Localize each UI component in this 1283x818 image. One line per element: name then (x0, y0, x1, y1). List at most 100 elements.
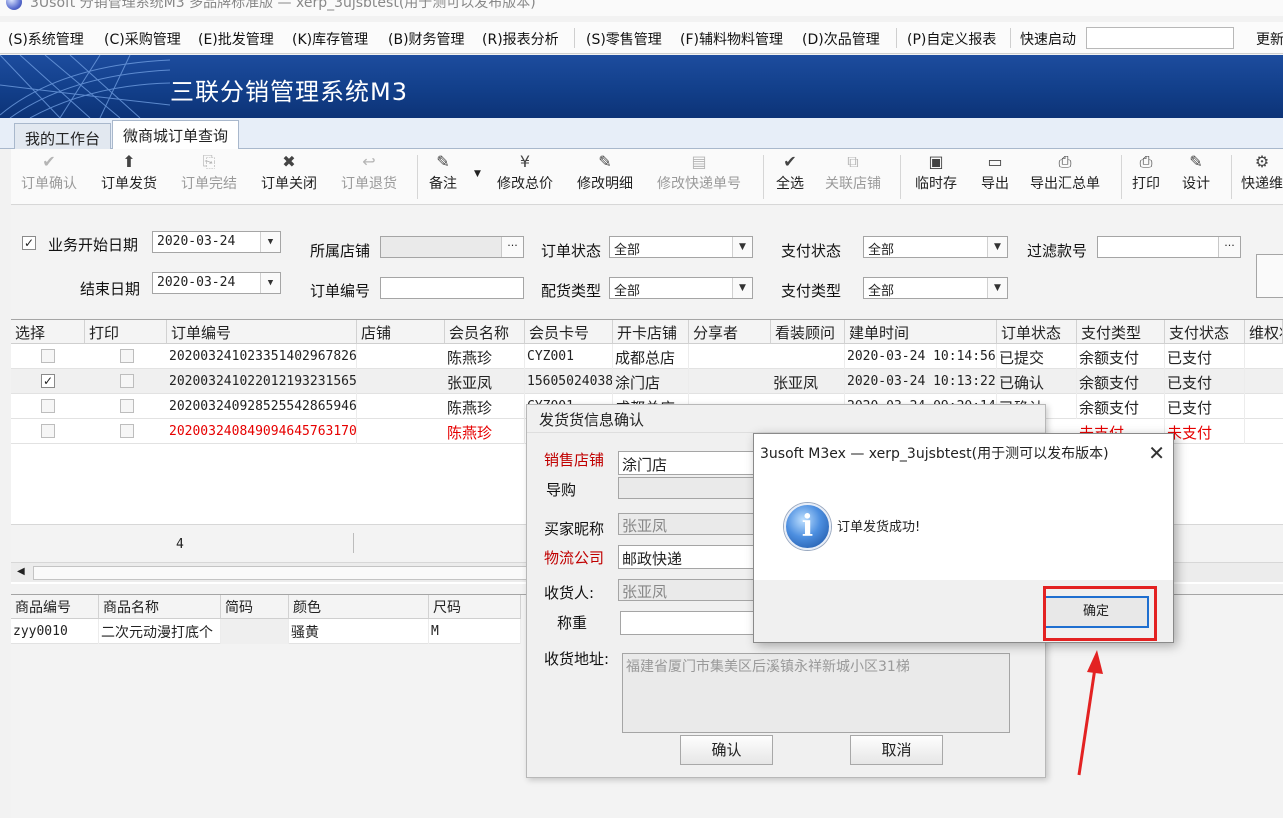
created-cell: 2020-03-24 10:13:22 (845, 369, 997, 394)
link-shop-button[interactable]: ⧉ 关联店铺 (825, 151, 881, 193)
start-date-checkbox[interactable]: ✓ (22, 236, 36, 250)
design-button[interactable]: ✎ 设计 (1182, 151, 1210, 193)
return-order-button[interactable]: ↩ 订单退货 (341, 151, 397, 193)
table-row[interactable]: zyy0010 二次元动漫打底个 骚黄 M (11, 619, 521, 644)
quick-launch-input[interactable] (1086, 27, 1234, 49)
row-print-checkbox[interactable] (120, 374, 134, 388)
col-member-card[interactable]: 会员卡号 (525, 320, 613, 344)
ellipsis-icon: ··· (501, 237, 523, 257)
order-no-input[interactable] (380, 277, 524, 299)
end-date-picker[interactable]: 2020-03-24 ▼ (152, 272, 281, 294)
member-cell: 张亚凤 (445, 369, 525, 394)
menu-system[interactable]: (S)系统管理 (8, 29, 84, 49)
col-size[interactable]: 尺码 (429, 595, 521, 619)
col-sharer[interactable]: 分享者 (689, 320, 771, 344)
express-maintain-button[interactable]: ⚙ 快递维 (1241, 151, 1283, 193)
select-all-button[interactable]: ✔ 全选 (776, 151, 804, 193)
open-shop-cell: 成都总店 (613, 344, 689, 369)
row-count: 4 (176, 537, 184, 552)
edit-total-button[interactable]: ¥ 修改总价 (497, 151, 553, 193)
shop-input[interactable]: ··· (380, 236, 524, 258)
col-pay-type[interactable]: 支付类型 (1077, 320, 1165, 344)
query-button[interactable] (1256, 254, 1283, 298)
copy-icon: ⎘ (202, 152, 216, 171)
menu-materials[interactable]: (F)辅料物料管理 (680, 29, 783, 49)
col-open-shop[interactable]: 开卡店铺 (613, 320, 689, 344)
menu-update[interactable]: 更新 (1256, 29, 1283, 49)
row-select-checkbox[interactable] (41, 399, 55, 413)
window-title: 3Usoft 分销管理系统M3 多品牌标准版 — xerp_3ujsbtest(… (30, 0, 536, 11)
col-advisor[interactable]: 看装顾问 (771, 320, 845, 344)
col-print[interactable]: 打印 (85, 320, 167, 344)
confirm-order-button[interactable]: ✔ 订单确认 (21, 151, 77, 193)
col-pay-status[interactable]: 支付状态 (1165, 320, 1245, 344)
menu-defects[interactable]: (D)次品管理 (802, 29, 880, 49)
table-row[interactable]: 20200324102335140​2967826 陈燕珍 CYZ001 成都总… (11, 344, 1283, 369)
menu-custom-report[interactable]: (P)自定义报表 (907, 29, 996, 49)
menu-purchase[interactable]: (C)采购管理 (104, 29, 181, 49)
row-print-checkbox[interactable] (120, 349, 134, 363)
sale-shop-input[interactable]: 涂门店 (618, 451, 758, 475)
ship-order-button[interactable]: ⬆ 订单发货 (101, 151, 157, 193)
filter-style-input[interactable]: ··· (1097, 236, 1241, 258)
col-select[interactable]: 选择 (11, 320, 85, 344)
weight-input[interactable] (620, 611, 760, 635)
remark-dropdown-icon[interactable]: ▼ (474, 169, 481, 179)
export-summary-button[interactable]: ⎙ 导出汇总单 (1030, 151, 1100, 193)
edit-detail-button[interactable]: ✎ 修改明细 (577, 151, 633, 193)
order-status-label: 订单状态 (541, 242, 602, 260)
row-select-checkbox[interactable] (41, 349, 55, 363)
col-color[interactable]: 颜色 (289, 595, 429, 619)
logistics-select[interactable]: 邮政快递 (618, 545, 758, 569)
close-order-button[interactable]: ✖ 订单关闭 (261, 151, 317, 193)
temp-save-button[interactable]: ▣ 临时存 (915, 151, 957, 193)
ship-confirm-button[interactable]: 确认 (680, 735, 773, 765)
buyer-input[interactable]: 张亚凤 (618, 513, 758, 535)
advisor-cell (771, 344, 845, 369)
row-select-checkbox[interactable] (41, 424, 55, 438)
col-member-name[interactable]: 会员名称 (445, 320, 525, 344)
scrollbar-thumb[interactable] (33, 566, 533, 580)
tab-strip: 我的工作台 微商城订单查询 (0, 118, 1283, 150)
col-shop[interactable]: 店铺 (357, 320, 445, 344)
tab-workbench[interactable]: 我的工作台 (14, 123, 112, 150)
row-print-checkbox[interactable] (120, 399, 134, 413)
menu-wholesale[interactable]: (E)批发管理 (198, 29, 274, 49)
tab-mall-order-query[interactable]: 微商城订单查询 (112, 120, 240, 150)
guide-input[interactable] (618, 477, 758, 499)
col-rights[interactable]: 维权状 (1245, 320, 1283, 344)
menu-finance[interactable]: (B)财务管理 (388, 29, 465, 49)
ship-cancel-button[interactable]: 取消 (850, 735, 943, 765)
start-date-picker[interactable]: 2020-03-24 ▼ (152, 231, 281, 253)
order-status-select[interactable]: 全部 ▼ (609, 236, 753, 258)
menu-reports[interactable]: (R)报表分析 (482, 29, 559, 49)
row-select-checkbox[interactable]: ✓ (41, 374, 55, 388)
col-item-name[interactable]: 商品名称 (99, 595, 221, 619)
card-cell: 15605024038 (525, 369, 613, 394)
col-short-code[interactable]: 简码 (221, 595, 289, 619)
col-created[interactable]: 建单时间 (845, 320, 997, 344)
pay-status-select[interactable]: 全部 ▼ (863, 236, 1008, 258)
table-row[interactable]: ✓ 2020032410220121​93231565 张亚凤 15605024… (11, 369, 1283, 394)
scroll-left-icon[interactable]: ◀ (17, 566, 25, 577)
close-icon[interactable]: ✕ (1148, 441, 1165, 465)
receiver-input[interactable]: 张亚凤 (618, 579, 758, 601)
print-button[interactable]: ⎙ 打印 (1132, 151, 1160, 193)
export-button[interactable]: ▭ 导出 (981, 151, 1009, 193)
pay-type-select[interactable]: 全部 ▼ (863, 277, 1008, 299)
edit-detail-icon: ✎ (598, 152, 612, 171)
menu-inventory[interactable]: (K)库存管理 (292, 29, 368, 49)
color-cell: 骚黄 (289, 619, 429, 644)
complete-order-button[interactable]: ⎘ 订单完结 (181, 151, 237, 193)
remark-button[interactable]: ✎ 备注 (429, 151, 457, 193)
item-name-cell: 二次元动漫打底个 (99, 619, 221, 644)
dist-type-select[interactable]: 全部 ▼ (609, 277, 753, 299)
col-order-status[interactable]: 订单状态 (997, 320, 1077, 344)
address-textarea[interactable]: 福建省厦门市集美区后溪镇永祥新城小区31梯 (622, 653, 1010, 733)
menu-retail[interactable]: (S)零售管理 (586, 29, 662, 49)
col-item-code[interactable]: 商品编号 (11, 595, 99, 619)
ship-dialog-title: 发货货信息确认 (527, 405, 1045, 433)
edit-tracking-button[interactable]: ▤ 修改快递单号 (657, 151, 741, 193)
row-print-checkbox[interactable] (120, 424, 134, 438)
col-order-no[interactable]: 订单编号 (167, 320, 357, 344)
